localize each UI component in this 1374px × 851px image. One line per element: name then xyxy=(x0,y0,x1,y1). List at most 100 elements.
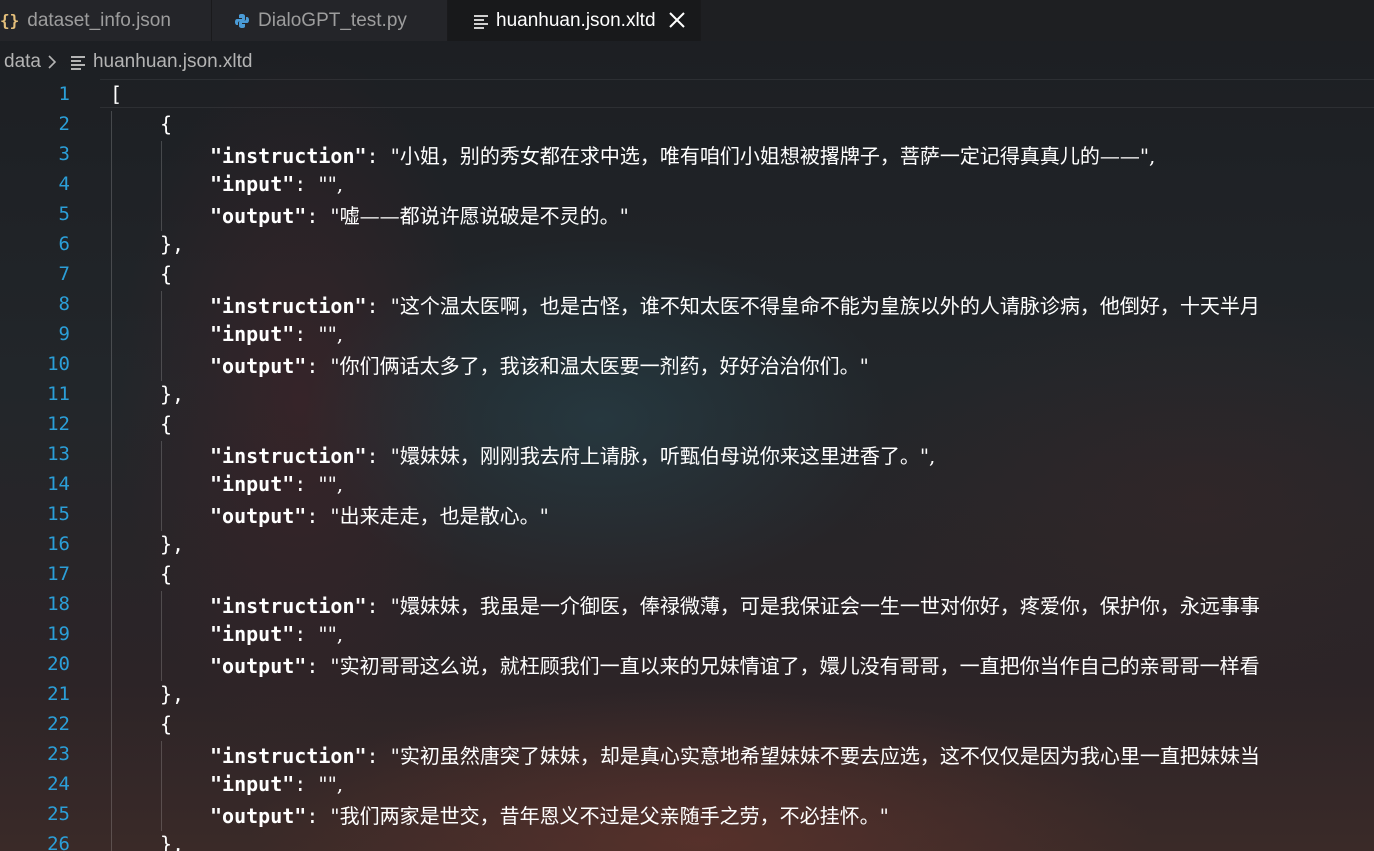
code-text: "instruction": "小姐，别的秀女都在求中选，唯有咱们小姐想被撂牌子… xyxy=(210,143,1156,168)
json-value: "实初哥哥这么说，就枉顾我们一直以来的兄妹情谊了，嬛儿没有哥哥，一直把你当作自己… xyxy=(330,653,1260,678)
line-number: 26 xyxy=(47,833,70,851)
line-number: 13 xyxy=(47,443,70,465)
code-text: "output": "我们两家是世交，昔年恩义不过是父亲随手之劳，不必挂怀。" xyxy=(210,803,889,828)
code-line[interactable]: 22 { xyxy=(0,709,1374,739)
code-line[interactable]: 13 "instruction": "嬛妹妹，刚刚我去府上请脉，听甄伯母说你来这里… xyxy=(0,439,1374,469)
json-value: "我们两家是世交，昔年恩义不过是父亲随手之劳，不必挂怀。" xyxy=(330,803,889,828)
code-text: { xyxy=(160,562,173,586)
line-number: 1 xyxy=(58,83,70,105)
code-line[interactable]: 1[ xyxy=(0,79,1374,109)
code-line[interactable]: 2{ xyxy=(0,109,1374,139)
code-line[interactable]: 16}, xyxy=(0,529,1374,559)
tab-huanhuan-json[interactable]: huanhuan.json.xltd xyxy=(448,0,701,41)
code-line[interactable]: 3 "instruction": "小姐，别的秀女都在求中选，唯有咱们小姐想被撂牌… xyxy=(0,139,1374,169)
code-text: "output": "你们俩话太多了，我该和温太医要一剂药，好好治治你们。" xyxy=(210,353,869,378)
code-line[interactable]: 9 "input": "", xyxy=(0,319,1374,349)
code-editor[interactable]: 1[2{3 "instruction": "小姐，别的秀女都在求中选，唯有咱们小姐… xyxy=(0,79,1374,851)
line-number: 23 xyxy=(47,743,70,765)
json-value: "小姐，别的秀女都在求中选，唯有咱们小姐想被撂牌子，菩萨一定记得真真儿的——", xyxy=(390,143,1156,168)
code-text: }, xyxy=(160,232,185,256)
json-value: "实初虽然唐突了妹妹，却是真心实意地希望妹妹不要去应选，这不仅仅是因为我心里一直… xyxy=(390,743,1260,768)
code-line[interactable]: 17 { xyxy=(0,559,1374,589)
code-line[interactable]: 14 "input": "", xyxy=(0,469,1374,499)
code-line[interactable]: 10 "output": "你们俩话太多了，我该和温太医要一剂药，好好治治你们。" xyxy=(0,349,1374,379)
code-text: }, xyxy=(160,532,185,556)
code-line[interactable]: 7{ xyxy=(0,259,1374,289)
close-icon[interactable] xyxy=(666,9,688,31)
code-text: "input": "", xyxy=(210,772,344,796)
code-text: "input": "", xyxy=(210,322,344,346)
json-key: "instruction" xyxy=(210,743,367,768)
code-line[interactable]: 26}, xyxy=(0,829,1374,851)
code-text: { xyxy=(160,412,173,436)
code-text: "output": "实初哥哥这么说，就枉顾我们一直以来的兄妹情谊了，嬛儿没有哥… xyxy=(210,653,1260,678)
json-key: "instruction" xyxy=(210,143,367,168)
line-number: 6 xyxy=(58,233,70,255)
json-key: "output" xyxy=(210,353,307,378)
breadcrumb-folder[interactable]: data xyxy=(0,51,41,73)
json-key: "instruction" xyxy=(210,443,367,468)
code-text: "instruction": "嬛妹妹，我虽是一介御医，俸禄微薄，可是我保证会一… xyxy=(210,593,1260,618)
json-key: "input" xyxy=(210,322,295,346)
code-text: "input": "", xyxy=(210,472,344,496)
breadcrumb-file-label: huanhuan.json.xltd xyxy=(92,51,253,72)
line-number: 18 xyxy=(47,593,70,615)
json-value: "这个温太医啊，也是古怪，谁不知太医不得皇命不能为皇族以外的人请脉诊病，他倒好，… xyxy=(390,293,1260,318)
code-text: "output": "嘘——都说许愿说破是不灵的。" xyxy=(210,203,629,228)
code-line[interactable]: 11}, xyxy=(0,379,1374,409)
line-number: 20 xyxy=(47,653,70,675)
line-number: 3 xyxy=(58,143,70,165)
line-number: 19 xyxy=(47,623,70,645)
code-line[interactable]: 19 "input": "", xyxy=(0,619,1374,649)
json-value: "你们俩话太多了，我该和温太医要一剂药，好好治治你们。" xyxy=(330,353,869,378)
code-line[interactable]: 5 "output": "嘘——都说许愿说破是不灵的。" xyxy=(0,199,1374,229)
json-value: "", xyxy=(318,772,344,796)
code-line[interactable]: 25 "output": "我们两家是世交，昔年恩义不过是父亲随手之劳，不必挂怀。… xyxy=(0,799,1374,829)
code-line[interactable]: 21}, xyxy=(0,679,1374,709)
json-value: "嬛妹妹，刚刚我去府上请脉，听甄伯母说你来这里进香了。", xyxy=(390,443,936,468)
text-file-icon xyxy=(474,14,488,29)
tab-dialogpt-test[interactable]: DialoGPT_test.py xyxy=(212,0,448,41)
code-line[interactable]: 15 "output": "出来走走，也是散心。" xyxy=(0,499,1374,529)
line-number: 16 xyxy=(47,533,70,555)
breadcrumb: data huanhuan.json.xltd xyxy=(0,41,1374,83)
code-line[interactable]: 8 "instruction": "这个温太医啊，也是古怪，谁不知太医不得皇命不能… xyxy=(0,289,1374,319)
code-text: [ xyxy=(110,82,123,106)
code-line[interactable]: 18 "instruction": "嬛妹妹，我虽是一介御医，俸禄微薄，可是我保证… xyxy=(0,589,1374,619)
json-key: "output" xyxy=(210,503,307,528)
line-number: 2 xyxy=(58,113,70,135)
code-text: "instruction": "嬛妹妹，刚刚我去府上请脉，听甄伯母说你来这里进香… xyxy=(210,443,936,468)
json-value: "", xyxy=(318,622,344,646)
tab-dataset-info[interactable]: {} dataset_info.json xyxy=(0,0,212,41)
chevron-right-icon xyxy=(47,54,57,70)
code-line[interactable]: 12 { xyxy=(0,409,1374,439)
code-line[interactable]: 24 "input": "", xyxy=(0,769,1374,799)
line-number: 7 xyxy=(58,263,70,285)
code-text: "instruction": "实初虽然唐突了妹妹，却是真心实意地希望妹妹不要去… xyxy=(210,743,1260,768)
line-number: 12 xyxy=(47,413,70,435)
text-file-icon xyxy=(70,55,85,70)
json-key: "output" xyxy=(210,803,307,828)
code-text: "output": "出来走走，也是散心。" xyxy=(210,503,549,528)
code-text: "input": "", xyxy=(210,622,344,646)
json-value: "嘘——都说许愿说破是不灵的。" xyxy=(330,203,629,228)
code-text: { xyxy=(160,112,173,136)
code-line[interactable]: 23 "instruction": "实初虽然唐突了妹妹，却是真心实意地希望妹妹不… xyxy=(0,739,1374,769)
line-number: 17 xyxy=(47,563,70,585)
line-number: 21 xyxy=(47,683,70,705)
tab-label: DialoGPT_test.py xyxy=(258,9,407,31)
code-line[interactable]: 6}, xyxy=(0,229,1374,259)
line-number: 14 xyxy=(47,473,70,495)
breadcrumb-file[interactable]: huanhuan.json.xltd xyxy=(67,51,253,73)
json-value: "出来走走，也是散心。" xyxy=(330,503,549,528)
json-key: "input" xyxy=(210,472,295,496)
editor-tab-bar: {} dataset_info.json DialoGPT_test.py hu… xyxy=(0,0,1374,41)
json-key: "input" xyxy=(210,772,295,796)
python-file-icon xyxy=(234,13,250,29)
line-number: 15 xyxy=(47,503,70,525)
json-value: "", xyxy=(318,172,344,196)
code-line[interactable]: 4 "input": "", xyxy=(0,169,1374,199)
line-number: 5 xyxy=(58,203,70,225)
json-key: "input" xyxy=(210,622,295,646)
code-line[interactable]: 20 "output": "实初哥哥这么说，就枉顾我们一直以来的兄妹情谊了，嬛儿没… xyxy=(0,649,1374,679)
